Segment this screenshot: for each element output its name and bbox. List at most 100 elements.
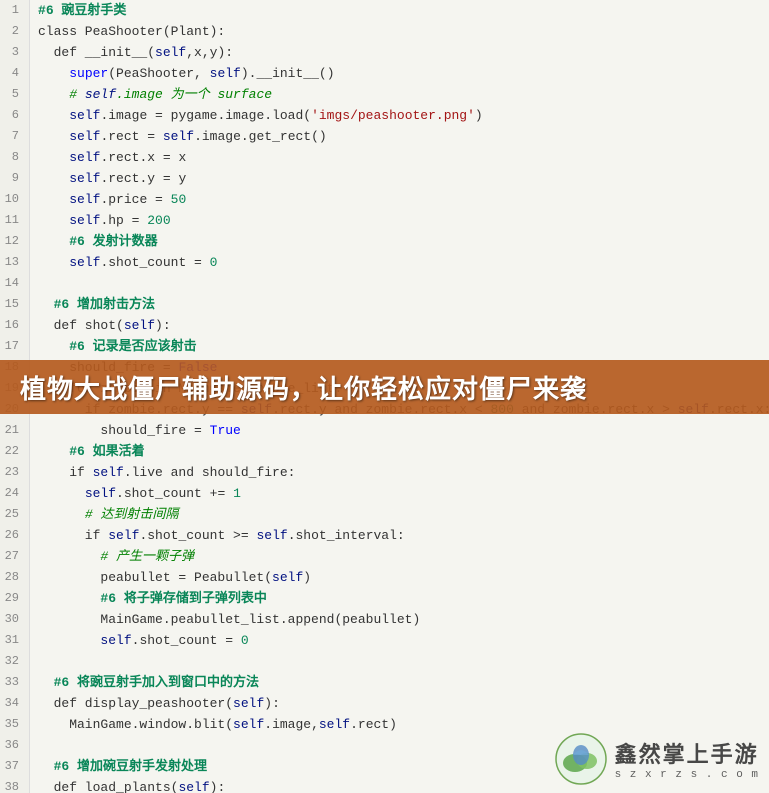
line-content: class PeaShooter(Plant): — [30, 21, 225, 42]
table-row: 2class PeaShooter(Plant): — [0, 21, 769, 42]
table-row: 12 #6 发射计数器 — [0, 231, 769, 252]
table-row: 33 #6 将豌豆射手加入到窗口中的方法 — [0, 672, 769, 693]
line-content: self.shot_count += 1 — [30, 483, 241, 504]
line-content: peabullet = Peabullet(self) — [30, 567, 311, 588]
line-number: 35 — [0, 714, 30, 735]
line-content: # self.image 为一个 surface — [30, 84, 272, 105]
line-content: self.rect.y = y — [30, 168, 186, 189]
line-content: #6 豌豆射手类 — [30, 0, 126, 21]
line-content: if self.live and should_fire: — [30, 462, 295, 483]
line-content: self.hp = 200 — [30, 210, 171, 231]
banner-text: 植物大战僵尸辅助源码，让你轻松应对僵尸来袭 — [20, 369, 587, 406]
line-number: 8 — [0, 147, 30, 168]
line-content: MainGame.peabullet_list.append(peabullet… — [30, 609, 420, 630]
line-content: self.image = pygame.image.load('imgs/pea… — [30, 105, 483, 126]
line-number: 10 — [0, 189, 30, 210]
line-content: # 产生一颗子弹 — [30, 546, 194, 567]
line-number: 21 — [0, 420, 30, 441]
watermark-en-text: s z x r z s . c o m — [615, 769, 759, 781]
line-number: 26 — [0, 525, 30, 546]
table-row: 6 self.image = pygame.image.load('imgs/p… — [0, 105, 769, 126]
promotional-banner: 植物大战僵尸辅助源码，让你轻松应对僵尸来袭 — [0, 360, 769, 414]
line-number: 11 — [0, 210, 30, 231]
table-row: 26 if self.shot_count >= self.shot_inter… — [0, 525, 769, 546]
line-content: self.price = 50 — [30, 189, 186, 210]
watermark-text-block: 鑫然掌上手游 s z x r z s . c o m — [615, 737, 759, 781]
line-content: super(PeaShooter, self).__init__() — [30, 63, 335, 84]
line-number: 1 — [0, 0, 30, 21]
line-content — [30, 273, 46, 294]
line-number: 13 — [0, 252, 30, 273]
line-number: 7 — [0, 126, 30, 147]
line-content — [30, 735, 46, 756]
line-number: 32 — [0, 651, 30, 672]
table-row: 13 self.shot_count = 0 — [0, 252, 769, 273]
line-number: 15 — [0, 294, 30, 315]
line-number: 25 — [0, 504, 30, 525]
table-row: 11 self.hp = 200 — [0, 210, 769, 231]
table-row: 35 MainGame.window.blit(self.image,self.… — [0, 714, 769, 735]
line-number: 38 — [0, 777, 30, 793]
table-row: 16 def shot(self): — [0, 315, 769, 336]
line-content: def display_peashooter(self): — [30, 693, 280, 714]
table-row: 14 — [0, 273, 769, 294]
line-number: 31 — [0, 630, 30, 651]
line-content: MainGame.window.blit(self.image,self.rec… — [30, 714, 397, 735]
table-row: 10 self.price = 50 — [0, 189, 769, 210]
table-row: 32 — [0, 651, 769, 672]
line-content: # 达到射击间隔 — [30, 504, 178, 525]
watermark: 鑫然掌上手游 s z x r z s . c o m — [555, 733, 759, 785]
line-number: 36 — [0, 735, 30, 756]
table-row: 7 self.rect = self.image.get_rect() — [0, 126, 769, 147]
line-number: 12 — [0, 231, 30, 252]
line-number: 14 — [0, 273, 30, 294]
table-row: 22 #6 如果活着 — [0, 441, 769, 462]
table-row: 28 peabullet = Peabullet(self) — [0, 567, 769, 588]
line-number: 23 — [0, 462, 30, 483]
line-content: #6 将豌豆射手加入到窗口中的方法 — [30, 672, 259, 693]
line-content: #6 如果活着 — [30, 441, 145, 462]
line-content: if self.shot_count >= self.shot_interval… — [30, 525, 405, 546]
line-content: #6 将子弹存储到子弹列表中 — [30, 588, 267, 609]
table-row: 23 if self.live and should_fire: — [0, 462, 769, 483]
line-number: 22 — [0, 441, 30, 462]
line-content: def shot(self): — [30, 315, 171, 336]
line-number: 16 — [0, 315, 30, 336]
logo-icon — [555, 733, 607, 785]
table-row: 24 self.shot_count += 1 — [0, 483, 769, 504]
line-content — [30, 651, 46, 672]
line-content: should_fire = True — [30, 420, 241, 441]
table-row: 21 should_fire = True — [0, 420, 769, 441]
table-row: 30 MainGame.peabullet_list.append(peabul… — [0, 609, 769, 630]
line-content: #6 发射计数器 — [30, 231, 158, 252]
line-content: self.shot_count = 0 — [30, 630, 249, 651]
table-row: 1#6 豌豆射手类 — [0, 0, 769, 21]
line-number: 6 — [0, 105, 30, 126]
line-number: 27 — [0, 546, 30, 567]
line-number: 3 — [0, 42, 30, 63]
table-row: 5 # self.image 为一个 surface — [0, 84, 769, 105]
table-row: 25 # 达到射击间隔 — [0, 504, 769, 525]
line-content: #6 记录是否应该射击 — [30, 336, 197, 357]
code-editor: 1#6 豌豆射手类2class PeaShooter(Plant):3 def … — [0, 0, 769, 793]
line-number: 4 — [0, 63, 30, 84]
line-number: 24 — [0, 483, 30, 504]
line-number: 33 — [0, 672, 30, 693]
table-row: 4 super(PeaShooter, self).__init__() — [0, 63, 769, 84]
table-row: 34 def display_peashooter(self): — [0, 693, 769, 714]
line-number: 30 — [0, 609, 30, 630]
line-number: 34 — [0, 693, 30, 714]
watermark-cn-text: 鑫然掌上手游 — [615, 737, 759, 769]
line-content: def __init__(self,x,y): — [30, 42, 233, 63]
line-number: 9 — [0, 168, 30, 189]
table-row: 31 self.shot_count = 0 — [0, 630, 769, 651]
table-row: 29 #6 将子弹存储到子弹列表中 — [0, 588, 769, 609]
line-content: self.rect.x = x — [30, 147, 186, 168]
line-content: self.shot_count = 0 — [30, 252, 217, 273]
line-number: 17 — [0, 336, 30, 357]
table-row: 17 #6 记录是否应该射击 — [0, 336, 769, 357]
table-row: 8 self.rect.x = x — [0, 147, 769, 168]
line-content: #6 增加碗豆射手发射处理 — [30, 756, 207, 777]
table-row: 15 #6 增加射击方法 — [0, 294, 769, 315]
line-number: 29 — [0, 588, 30, 609]
